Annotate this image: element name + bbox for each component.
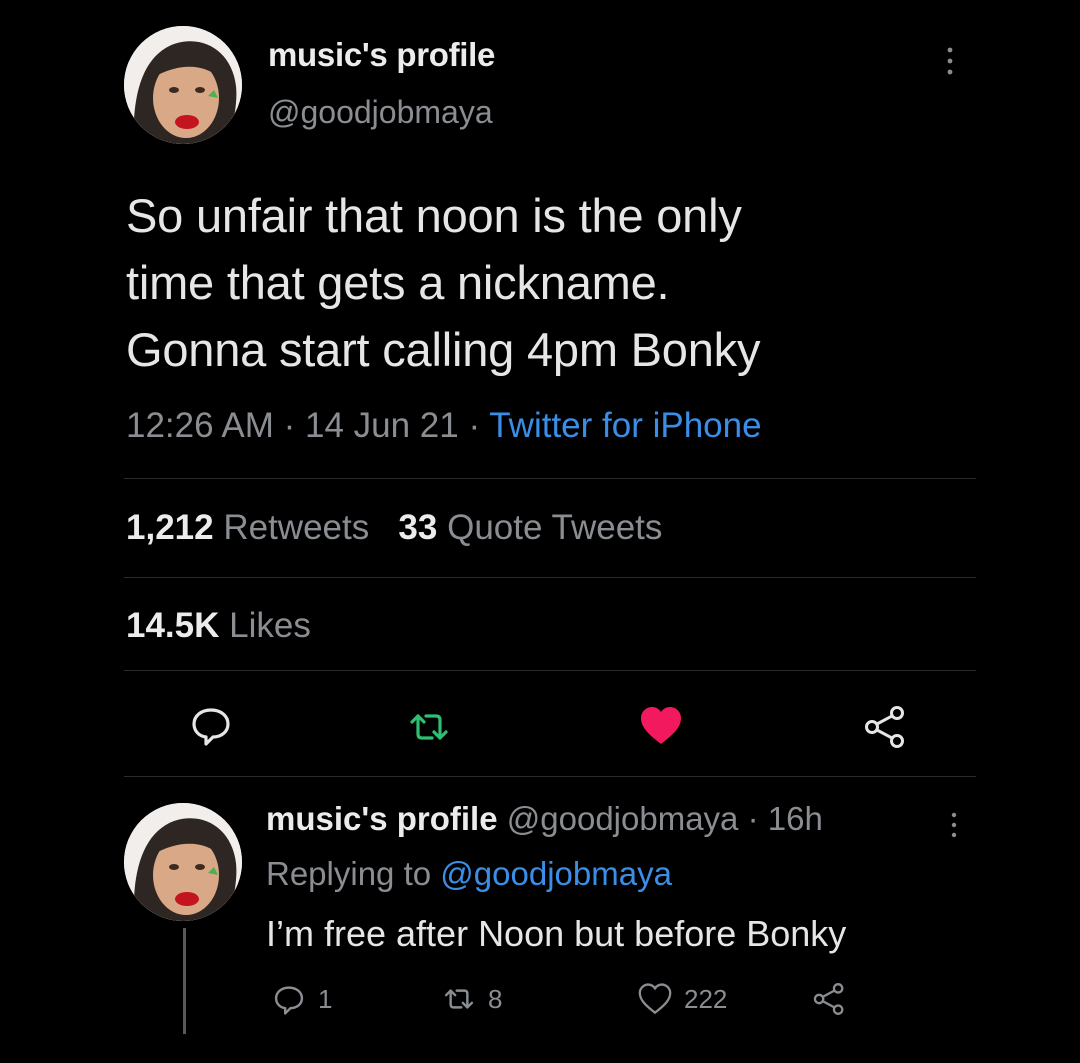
heart-outline-icon [638,983,672,1015]
retweets-stat[interactable]: 1,212 Retweets [126,508,369,547]
retweets-count: 1,212 [126,508,214,547]
share-icon[interactable] [860,702,910,752]
likes-count: 14.5K [126,606,220,645]
tweet-metadata: 12:26 AM · 14 Jun 21 · Twitter for iPhon… [126,406,762,446]
divider [124,776,976,777]
reply-author-avatar[interactable] [124,803,242,921]
reply-icon [274,986,304,1015]
tweet-text-line: Gonna start calling 4pm Bonky [126,323,761,376]
tweet-text-line: So unfair that noon is the only [126,189,742,242]
retweets-label: Retweets [223,508,370,547]
share-icon [813,983,844,1015]
likes-label: Likes [229,606,311,645]
retweet-icon[interactable] [404,702,454,752]
replying-label: Replying to [266,855,432,892]
thread-line [183,928,186,1034]
divider [124,577,976,578]
reply-author-handle[interactable]: @goodjobmaya [507,800,739,837]
meta-separator: · [273,406,305,445]
reply-text: I’m free after Noon but before Bonky [266,913,847,954]
divider [124,670,976,671]
quote-label: Quote Tweets [447,508,663,547]
quote-tweets-stat[interactable]: 33 Quote Tweets [398,508,662,547]
retweet-icon [444,989,474,1009]
author-name[interactable]: music's profile [268,36,495,74]
reply-age: 16h [767,800,823,837]
tweet-date: 14 Jun 21 [305,406,459,445]
heart-filled-icon[interactable] [636,701,686,751]
reply-header: music's profile @goodjobmaya · 16h [266,800,823,838]
retweet-count: 8 [488,983,503,1014]
likes-stat[interactable]: 14.5K Likes [126,606,311,646]
divider [124,478,976,479]
author-handle[interactable]: @goodjobmaya [268,94,493,131]
reply-share-button[interactable] [810,980,848,1018]
reply-like-button[interactable]: 222 [636,980,727,1018]
quote-count: 33 [398,508,438,547]
more-vertical-icon[interactable] [944,810,964,840]
meta-separator: · [458,406,490,445]
reply-reply-button[interactable]: 1 [270,980,332,1018]
reply-author-name[interactable]: music's profile [266,800,498,837]
tweet-text: So unfair that noon is the only time tha… [126,182,1006,383]
reply-retweet-button[interactable]: 8 [440,980,502,1018]
reply-count: 1 [318,983,333,1014]
tweet-source-link[interactable]: Twitter for iPhone [489,406,761,445]
author-avatar[interactable] [124,26,242,144]
reply-icon[interactable] [186,700,236,750]
tweet-time: 12:26 AM [126,406,274,445]
more-vertical-icon[interactable] [938,44,962,78]
replying-mention-link[interactable]: @goodjobmaya [440,855,672,892]
tweet-text-line: time that gets a nickname. [126,256,670,309]
like-count: 222 [684,983,728,1014]
meta-separator: · [738,800,768,837]
replying-to: Replying to @goodjobmaya [266,855,672,893]
engagement-stats: 1,212 Retweets 33 Quote Tweets [126,508,662,548]
